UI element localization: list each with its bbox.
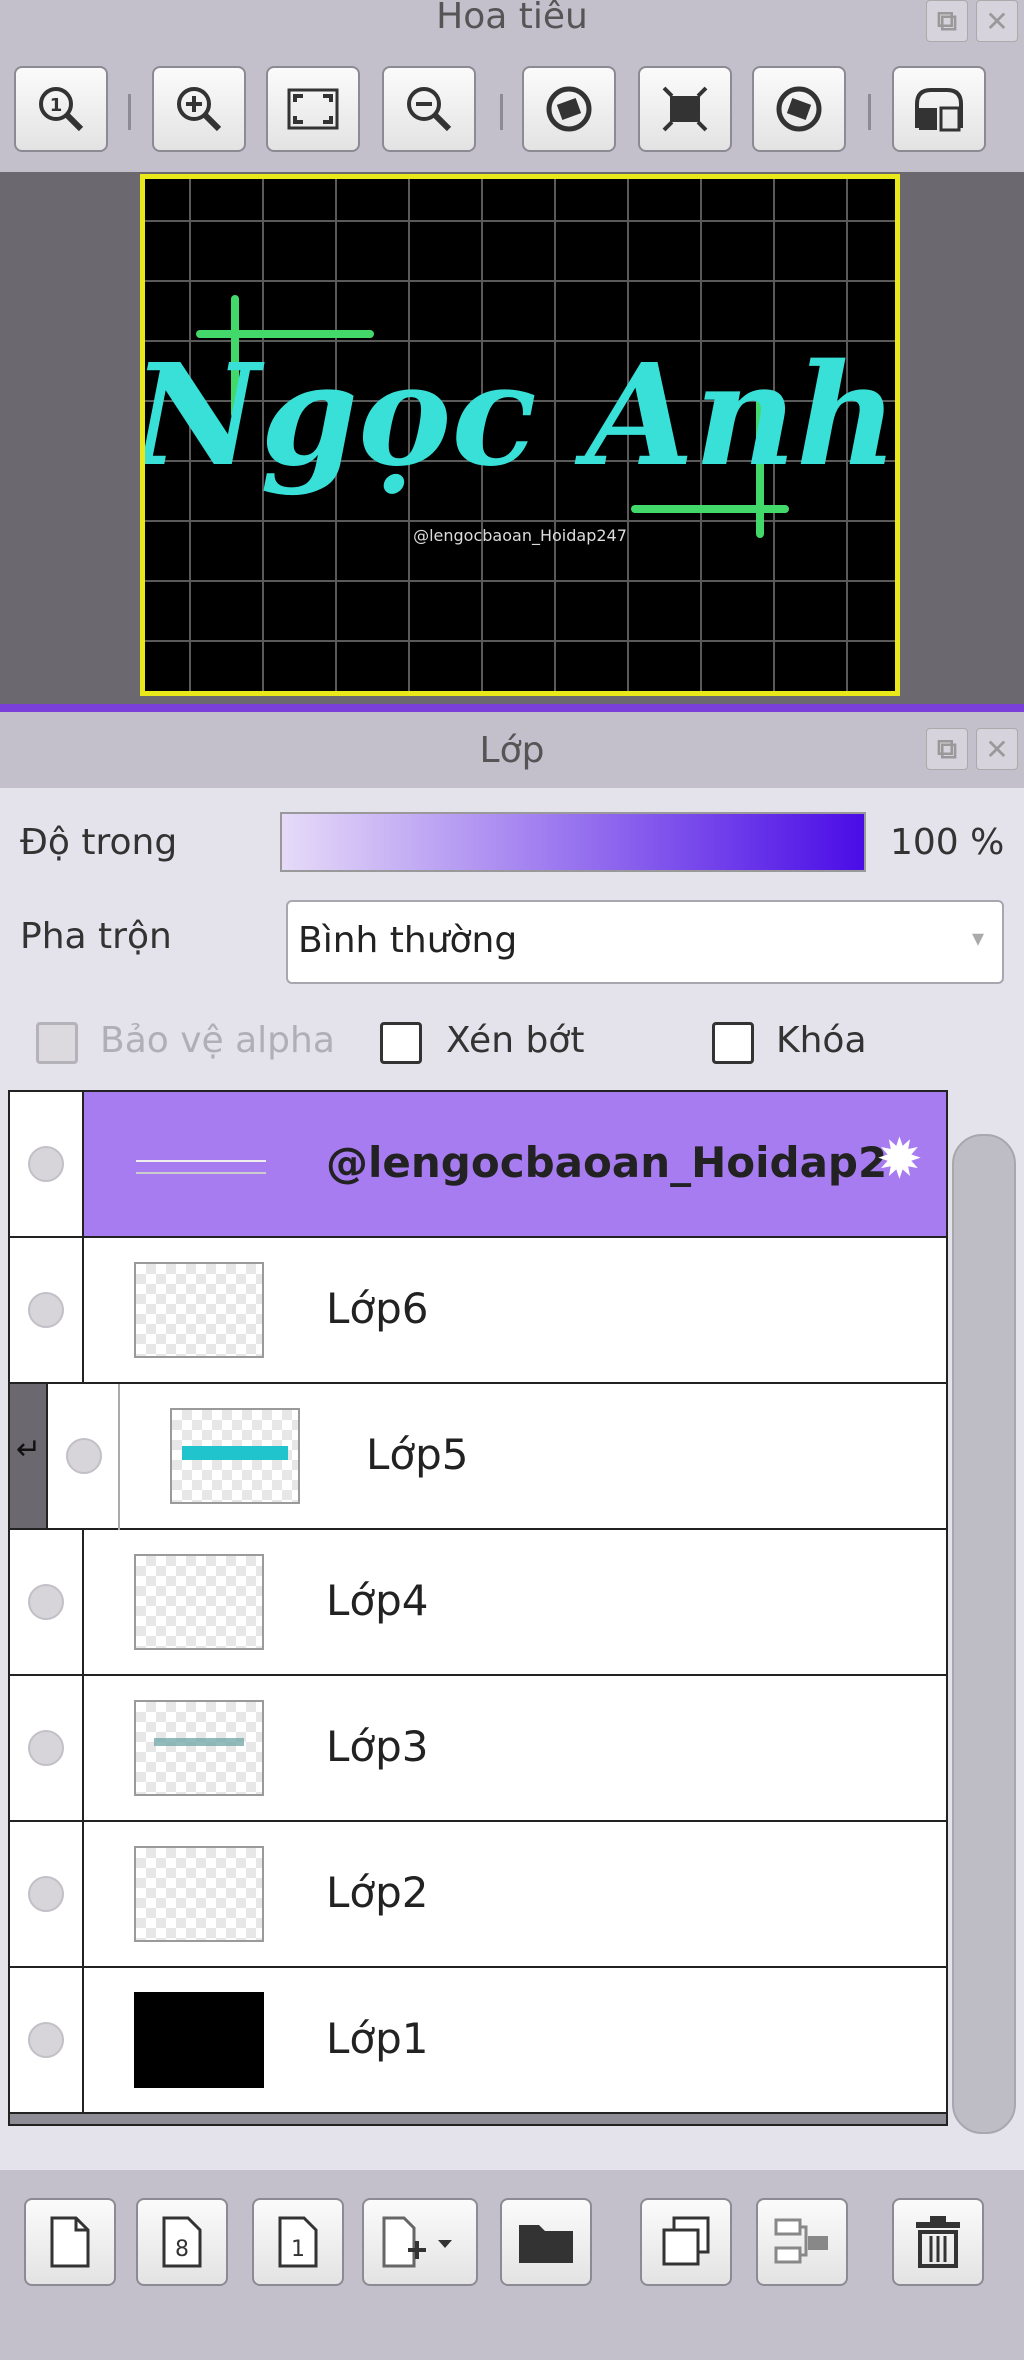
layer-name: Lớp3	[326, 1722, 429, 1771]
gear-icon[interactable]: ✹	[876, 1132, 923, 1188]
fit-to-window-button[interactable]	[266, 66, 360, 152]
trash-icon	[916, 2216, 960, 2268]
close-icon[interactable]: ✕	[976, 0, 1018, 42]
new-1bit-layer-icon: 1	[278, 2216, 318, 2268]
layer-row[interactable]: Lớp3	[10, 1676, 946, 1822]
layer-thumbnail	[170, 1408, 300, 1504]
opacity-slider[interactable]	[280, 812, 866, 872]
layer-name: Lớp2	[326, 1868, 429, 1917]
new-layer-icon	[50, 2216, 90, 2268]
layer-row-clipped[interactable]: ↵ Lớp5	[10, 1384, 946, 1530]
lock-label: Khóa	[776, 1020, 867, 1061]
layer-thumbnail	[134, 1846, 264, 1942]
visibility-toggle[interactable]	[28, 1584, 64, 1620]
zoom-100-icon: 1	[39, 87, 84, 132]
svg-text:1: 1	[50, 95, 63, 116]
layer-row[interactable]: Lớp6	[10, 1238, 946, 1384]
fit-window-icon	[287, 88, 339, 130]
visibility-toggle[interactable]	[28, 2022, 64, 2058]
navigator-toolbar: 1	[0, 44, 1024, 172]
layer-list: @lengocbaoan_Hoidap2 ✹ Lớp6 ↵ Lớp5 Lớp4 …	[8, 1090, 948, 2126]
blend-mode-value: Bình thường	[298, 920, 518, 961]
layer-toolbar: 8 1	[0, 2170, 1024, 2360]
merge-layer-button[interactable]	[756, 2198, 848, 2286]
blend-mode-select[interactable]: Bình thường ▾	[286, 900, 1004, 984]
layer-thumbnail	[134, 1262, 264, 1358]
flip-horizontal-button[interactable]	[892, 66, 986, 152]
duplicate-icon	[662, 2216, 710, 2266]
protect-alpha-label: Bảo vệ alpha	[100, 1020, 335, 1061]
rotate-left-icon	[546, 86, 592, 132]
zoom-out-button[interactable]	[382, 66, 476, 152]
popout-icon[interactable]: ⧉	[926, 728, 968, 770]
visibility-toggle[interactable]	[28, 1146, 64, 1182]
reset-view-icon	[662, 86, 708, 132]
svg-text:8: 8	[175, 2237, 189, 2262]
visibility-toggle[interactable]	[28, 1730, 64, 1766]
zoom-out-icon	[407, 87, 452, 132]
navigator-titlebar: Hoa tiêu ⧉ ✕	[0, 0, 1024, 44]
layer-thumbnail	[134, 1992, 264, 2088]
layers-titlebar: Lớp ⧉ ✕	[0, 712, 1024, 788]
vertical-scrollbar[interactable]	[952, 1134, 1016, 2134]
navigator-title: Hoa tiêu	[436, 0, 588, 37]
new-1bit-layer-button[interactable]: 1	[252, 2198, 344, 2286]
layer-name: Lớp5	[366, 1430, 469, 1479]
clip-indicator-icon: ↵	[10, 1384, 46, 1528]
add-layer-icon	[382, 2216, 452, 2268]
lock-checkbox[interactable]	[712, 1022, 754, 1064]
add-layer-dropdown-button[interactable]	[362, 2198, 478, 2286]
visibility-toggle[interactable]	[66, 1438, 102, 1474]
horizontal-scrollbar[interactable]	[10, 2114, 946, 2124]
close-icon[interactable]: ✕	[976, 728, 1018, 770]
rotate-right-button[interactable]	[752, 66, 846, 152]
popout-icon[interactable]: ⧉	[926, 0, 968, 42]
layer-name: @lengocbaoan_Hoidap2	[326, 1138, 888, 1187]
preview-title-text: Ngọc Anh	[145, 334, 895, 498]
delete-layer-button[interactable]	[892, 2198, 984, 2286]
zoom-actual-size-button[interactable]: 1	[14, 66, 108, 152]
layer-row-selected[interactable]: @lengocbaoan_Hoidap2 ✹	[10, 1092, 946, 1238]
duplicate-layer-button[interactable]	[640, 2198, 732, 2286]
rotate-left-button[interactable]	[522, 66, 616, 152]
clipping-label: Xén bớt	[446, 1020, 585, 1061]
visibility-toggle[interactable]	[28, 1876, 64, 1912]
chevron-down-icon: ▾	[971, 924, 984, 952]
new-raster-layer-button[interactable]	[24, 2198, 116, 2286]
layer-name: Lớp6	[326, 1284, 429, 1333]
text-layer-icon	[136, 1160, 266, 1174]
zoom-in-icon	[177, 87, 222, 132]
svg-text:1: 1	[291, 2237, 305, 2262]
new-folder-button[interactable]	[500, 2198, 592, 2286]
layer-thumbnail	[134, 1700, 264, 1796]
opacity-label: Độ trong	[20, 822, 178, 863]
layer-name: Lớp4	[326, 1576, 429, 1625]
layers-title: Lớp	[479, 730, 545, 771]
preview-watermark-text: @lengocbaoan_Hoidap247	[413, 526, 627, 546]
rotate-right-icon	[776, 86, 822, 132]
zoom-in-button[interactable]	[152, 66, 246, 152]
flip-horizontal-icon	[915, 88, 963, 132]
panel-divider[interactable]	[0, 704, 1024, 712]
reset-rotation-button[interactable]	[638, 66, 732, 152]
opacity-value: 100 %	[890, 822, 1005, 863]
merge-down-icon	[774, 2218, 828, 2264]
protect-alpha-checkbox	[36, 1022, 78, 1064]
preview-image: Ngọc Anh @lengocbaoan_Hoidap247	[145, 179, 895, 691]
blend-label: Pha trộn	[20, 916, 172, 957]
layer-row[interactable]: Lớp2	[10, 1822, 946, 1968]
clipping-checkbox[interactable]	[380, 1022, 422, 1064]
layer-thumbnail	[134, 1554, 264, 1650]
new-8bit-layer-icon: 8	[162, 2216, 202, 2268]
folder-icon	[519, 2225, 573, 2263]
new-8bit-layer-button[interactable]: 8	[136, 2198, 228, 2286]
layer-row[interactable]: Lớp4	[10, 1530, 946, 1676]
layer-name: Lớp1	[326, 2014, 429, 2063]
canvas-preview[interactable]: Ngọc Anh @lengocbaoan_Hoidap247	[140, 174, 900, 696]
layer-row[interactable]: Lớp1	[10, 1968, 946, 2114]
visibility-toggle[interactable]	[28, 1292, 64, 1328]
